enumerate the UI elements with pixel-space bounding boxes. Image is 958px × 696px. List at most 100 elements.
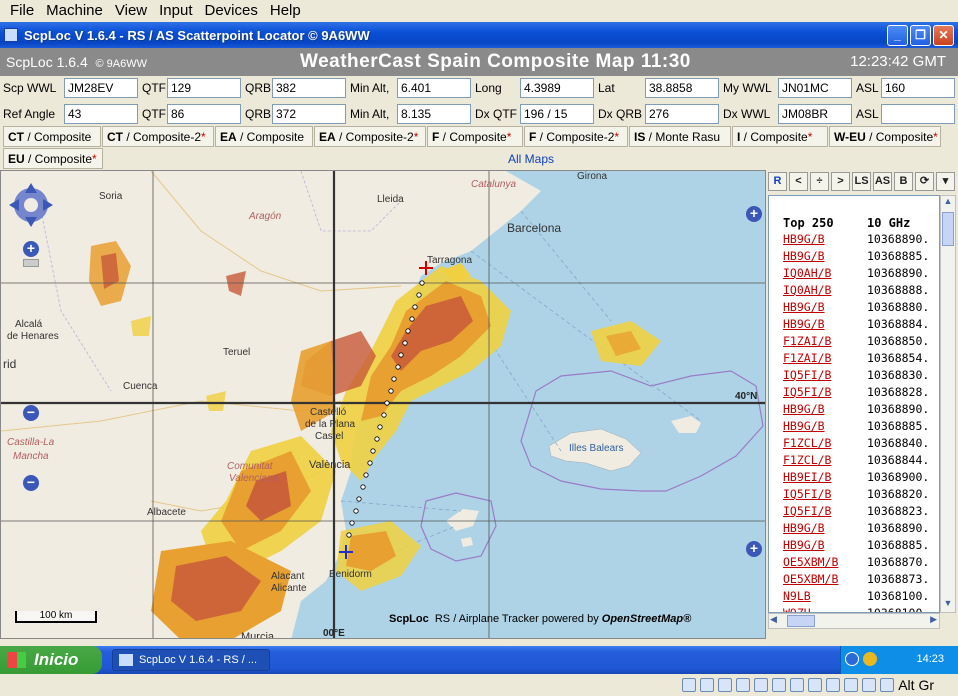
- qrb-field[interactable]: 382: [272, 78, 346, 98]
- beacon-list-item[interactable]: IQ5FI/B 10368830.: [783, 368, 939, 385]
- beacon-list-item[interactable]: HB9G/B 10368885.: [783, 249, 939, 266]
- beacon-callsign[interactable]: HB9EI/B: [783, 470, 831, 484]
- zoom-in-button[interactable]: +: [23, 241, 39, 257]
- hscroll-thumb[interactable]: [787, 615, 815, 627]
- tab-f-composite[interactable]: F / Composite*: [427, 126, 523, 147]
- tab-f-composite-2[interactable]: F / Composite-2*: [524, 126, 628, 147]
- tab-ea-composite-2[interactable]: EA / Composite-2*: [314, 126, 426, 147]
- min-alt-field[interactable]: 6.401: [397, 78, 471, 98]
- ref-angle-field[interactable]: 43: [64, 104, 138, 124]
- beacon-list-item[interactable]: F1ZAI/B 10368850.: [783, 334, 939, 351]
- beacon-callsign[interactable]: IQ0AH/B: [783, 283, 831, 297]
- beacon-callsign[interactable]: HB9G/B: [783, 249, 825, 263]
- beacon-callsign[interactable]: F1ZCL/B: [783, 436, 831, 450]
- beacon-list-item[interactable]: HB9G/B 10368890.: [783, 521, 939, 538]
- beacon-list-item[interactable]: HB9G/B 10368885.: [783, 419, 939, 436]
- dx-wwl-field[interactable]: JM08BR: [778, 104, 852, 124]
- menu-input[interactable]: Input: [153, 0, 198, 22]
- refresh-icon[interactable]: ⟳: [915, 172, 934, 191]
- beacon-list-item[interactable]: IQ5FI/B 10368828.: [783, 385, 939, 402]
- qtf2-field[interactable]: 86: [167, 104, 241, 124]
- scroll-right-icon[interactable]: ▶: [930, 614, 937, 625]
- tray-arrow-icon[interactable]: [845, 652, 859, 666]
- as-button[interactable]: AS: [873, 172, 892, 191]
- beacon-callsign[interactable]: F1ZAI/B: [783, 351, 831, 365]
- scroll-left-icon[interactable]: ◀: [770, 614, 777, 625]
- tab-i-composite[interactable]: I / Composite*: [732, 126, 828, 147]
- beacon-list-item[interactable]: HB9G/B 10368884.: [783, 317, 939, 334]
- ls-button[interactable]: LS: [852, 172, 871, 191]
- lat-field[interactable]: 38.8858: [645, 78, 719, 98]
- beacon-list-item[interactable]: IQ5FI/B 10368823.: [783, 504, 939, 521]
- long-field[interactable]: 4.3989: [520, 78, 594, 98]
- tab-is-monte-rasu[interactable]: IS / Monte Rasu: [629, 126, 731, 147]
- beacon-list[interactable]: Top 250 10 GHz HB9G/B 10368890. HB9G/B 10368…: [768, 195, 940, 613]
- beacon-callsign[interactable]: HB9G/B: [783, 232, 825, 246]
- beacon-callsign[interactable]: IQ5FI/B: [783, 385, 831, 399]
- qtf-field[interactable]: 129: [167, 78, 241, 98]
- beacon-list-item[interactable]: HB9G/B 10368880.: [783, 300, 939, 317]
- r-button[interactable]: R: [768, 172, 787, 191]
- dropdown-icon[interactable]: ▾: [936, 172, 955, 191]
- beacon-callsign[interactable]: IQ5FI/B: [783, 368, 831, 382]
- beacon-callsign[interactable]: IQ0AH/B: [783, 266, 831, 280]
- map-view[interactable]: Soria Lleida Barcelona Tarragona Alcalá …: [0, 170, 766, 639]
- tab-weu-composite[interactable]: W-EU / Composite*: [829, 126, 941, 147]
- dx-qrb-field[interactable]: 276: [645, 104, 719, 124]
- beacon-list-item[interactable]: W9ZH 10368100.: [783, 606, 939, 612]
- beacon-callsign[interactable]: N9LB: [783, 589, 811, 603]
- beacon-callsign[interactable]: HB9G/B: [783, 300, 825, 314]
- tab-ct-composite-2[interactable]: CT / Composite-2*: [102, 126, 214, 147]
- zoom-out-button[interactable]: −: [23, 405, 39, 421]
- menu-file[interactable]: File: [4, 0, 40, 22]
- beacon-list-item[interactable]: F1ZCL/B 10368840.: [783, 436, 939, 453]
- taskbar-item-scploc[interactable]: ScpLoc V 1.6.4 - RS / ...: [112, 649, 270, 671]
- beacon-callsign[interactable]: HB9G/B: [783, 419, 825, 433]
- beacon-list-item[interactable]: IQ0AH/B 10368888.: [783, 283, 939, 300]
- beacon-callsign[interactable]: IQ5FI/B: [783, 487, 831, 501]
- beacon-list-item[interactable]: HB9G/B 10368890.: [783, 232, 939, 249]
- beacon-list-item[interactable]: F1ZAI/B 10368854.: [783, 351, 939, 368]
- beacon-list-item[interactable]: OE5XBM/B 10368870.: [783, 555, 939, 572]
- beacon-list-item[interactable]: F1ZCL/B 10368844.: [783, 453, 939, 470]
- beacon-list-item[interactable]: HB9EI/B 10368900.: [783, 470, 939, 487]
- maximize-button[interactable]: ❐: [910, 25, 931, 46]
- prev-button[interactable]: <: [789, 172, 808, 191]
- b-button[interactable]: B: [894, 172, 913, 191]
- tab-ct-composite[interactable]: CT / Composite: [3, 126, 101, 147]
- beacon-callsign[interactable]: IQ5FI/B: [783, 504, 831, 518]
- expand-panel-button-2[interactable]: +: [746, 541, 762, 557]
- beacon-list-item[interactable]: HB9G/B 10368885.: [783, 538, 939, 555]
- dx-qtf-field[interactable]: 196 / 15: [520, 104, 594, 124]
- qrb2-field[interactable]: 372: [272, 104, 346, 124]
- beacon-callsign[interactable]: HB9G/B: [783, 521, 825, 535]
- menu-devices[interactable]: Devices: [199, 0, 264, 22]
- scp-wwl-field[interactable]: JM28EV: [64, 78, 138, 98]
- scroll-down-icon[interactable]: ▼: [941, 598, 955, 612]
- start-button[interactable]: Inicio: [0, 646, 102, 674]
- tab-eu-composite[interactable]: EU / Composite*: [3, 148, 103, 169]
- beacon-callsign[interactable]: HB9G/B: [783, 317, 825, 331]
- close-button[interactable]: ✕: [933, 25, 954, 46]
- beacon-callsign[interactable]: W9ZH: [783, 606, 811, 612]
- menu-help[interactable]: Help: [264, 0, 307, 22]
- beacon-callsign[interactable]: HB9G/B: [783, 538, 825, 552]
- vertical-scrollbar[interactable]: ▲ ▼: [940, 195, 956, 613]
- divide-button[interactable]: ÷: [810, 172, 829, 191]
- beacon-list-item[interactable]: IQ5FI/B 10368820.: [783, 487, 939, 504]
- beacon-callsign[interactable]: OE5XBM/B: [783, 555, 838, 569]
- window-titlebar[interactable]: ScpLoc V 1.6.4 - RS / AS Scatterpoint Lo…: [0, 22, 958, 48]
- scroll-up-icon[interactable]: ▲: [941, 196, 955, 210]
- menu-machine[interactable]: Machine: [40, 0, 109, 22]
- next-button[interactable]: >: [831, 172, 850, 191]
- horizontal-scrollbar[interactable]: ◀ ▶: [768, 613, 940, 629]
- shield-icon[interactable]: [863, 652, 877, 666]
- asl-field[interactable]: 160: [881, 78, 955, 98]
- expand-panel-button[interactable]: +: [746, 206, 762, 222]
- beacon-list-item[interactable]: N9LB 10368100.: [783, 589, 939, 606]
- beacon-callsign[interactable]: HB9G/B: [783, 402, 825, 416]
- tab-ea-composite[interactable]: EA / Composite: [215, 126, 313, 147]
- scroll-thumb[interactable]: [942, 212, 954, 246]
- beacon-callsign[interactable]: F1ZAI/B: [783, 334, 831, 348]
- beacon-list-item[interactable]: HB9G/B 10368890.: [783, 402, 939, 419]
